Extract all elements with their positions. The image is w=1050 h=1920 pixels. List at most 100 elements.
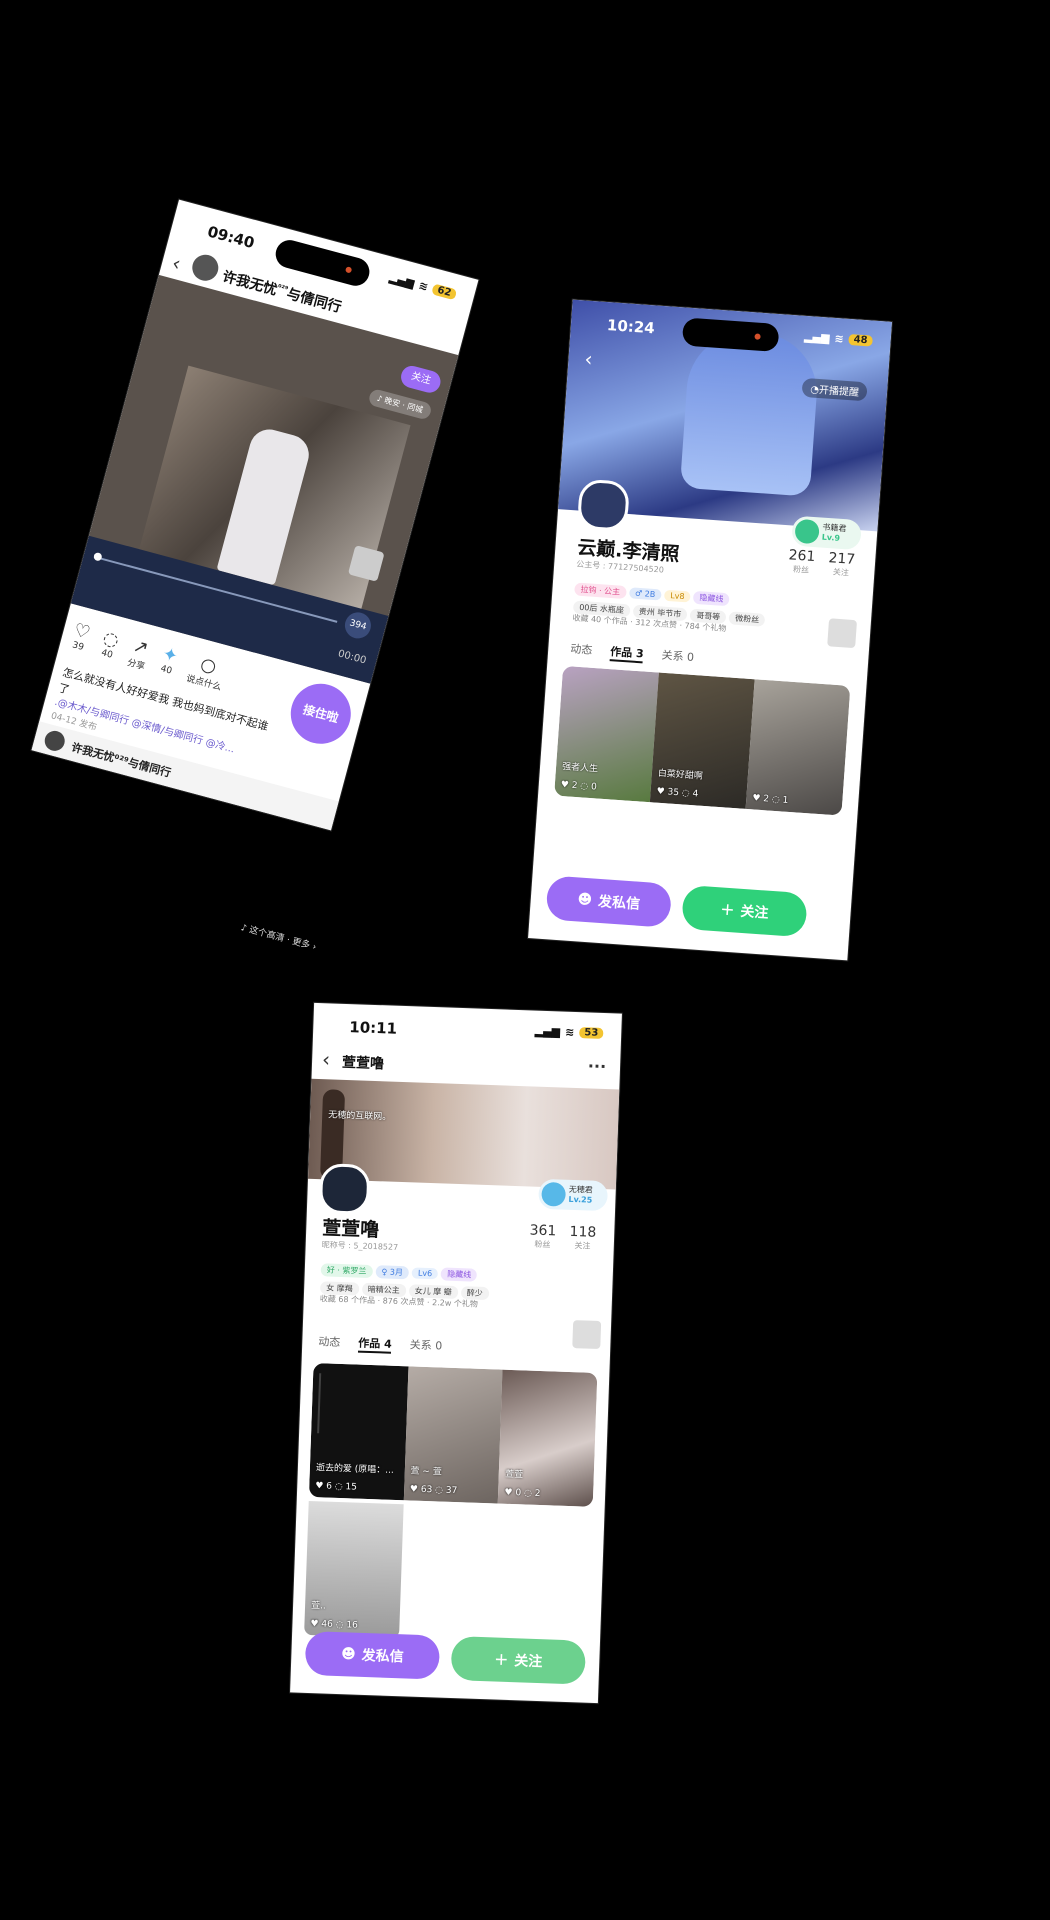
chat-icon: ☻ [340, 1646, 356, 1663]
work-thumbnail[interactable]: 逝去的爱 (原唱：... ♥ 6 ◌ 15 [308, 1363, 409, 1501]
wifi-icon: ≋ [564, 1025, 575, 1039]
pip-thumbnail[interactable] [572, 1320, 602, 1350]
works-grid: 强者人生 ♥ 2 ◌ 0 白菜好甜啊 ♥ 35 ◌ 4 ♥ 2 ◌ 1 [554, 665, 851, 816]
work-caption: 萱 ~ 萱 [410, 1466, 442, 1478]
work-caption: 强者人生 [561, 762, 599, 775]
work-thumbnail[interactable]: 萱萱 ♥ 0 ◌ 2 [498, 1369, 598, 1507]
level-badge[interactable]: 书籍君 Lv.9 [791, 515, 863, 551]
video-time: 00:00 [336, 648, 368, 667]
join-button[interactable]: 接住啦 [284, 677, 358, 751]
work-likes: 35 [667, 787, 680, 799]
info-tag: 微粉丝 [728, 611, 766, 627]
phone-screenshot-1: 09:40 ▂▄▆ ≋ 62 ‹ 许我无忧⁰²⁹与倩同行 关注 ♪ 晚安 · 同… [31, 199, 479, 831]
send-message-label: 发私信 [597, 893, 641, 913]
phone-screenshot-3: 10:11 ▂▄▆ ≋ 53 ‹ 萱萱噜 ··· 无穂的互联网。 无穂君 Lv.2… [290, 1002, 622, 1704]
work-caption: 萱.. [310, 1601, 326, 1612]
dynamic-island [272, 236, 373, 289]
work-caption: 逝去的爱 (原唱：... [315, 1463, 394, 1476]
avatar[interactable] [576, 478, 631, 532]
level-emblem-icon [794, 518, 820, 545]
status-time: 10:24 [606, 316, 656, 338]
level-value: Lv.25 [568, 1194, 593, 1205]
follow-button[interactable]: 关注 [398, 363, 443, 396]
more-button[interactable]: ··· [588, 1056, 607, 1076]
lyrics-list-art [317, 1373, 392, 1436]
work-likes: 46 [321, 1619, 334, 1630]
phone-screenshot-2: 10:24 ▂▄▆ ≋ 48 ‹ ◔开播提醒 书籍君 Lv.9 云巅.李清照 公主… [528, 299, 892, 961]
status-icons: ▂▄▆ ≋ 62 [388, 271, 458, 301]
signal-icon: ▂▄▆ [387, 270, 416, 291]
following-count: 217 [828, 550, 856, 568]
work-thumbnail[interactable]: 萱.. ♥ 46 ◌ 16 [304, 1500, 404, 1639]
tab-relations[interactable]: 关系 0 [661, 647, 695, 667]
profile-tabs: 动态 作品 4 关系 0 [318, 1333, 443, 1355]
pip-thumbnail[interactable] [827, 618, 858, 649]
work-thumbnail[interactable]: 白菜好甜啊 ♥ 35 ◌ 4 [649, 672, 755, 809]
chat-icon: ☻ [577, 891, 593, 909]
work-likes: 6 [326, 1481, 333, 1492]
work-likes: 2 [571, 780, 578, 792]
banner-text: 无穂的互联网。 [328, 1110, 392, 1123]
back-button[interactable]: ‹ [584, 347, 594, 371]
back-button[interactable]: ‹ [170, 250, 184, 275]
stat-fans[interactable]: 361 粉丝 [529, 1222, 557, 1250]
work-likes: 0 [515, 1488, 522, 1499]
following-label: 关注 [574, 1241, 591, 1251]
work-caption: 萱萱 [504, 1469, 524, 1481]
avatar[interactable] [189, 251, 222, 284]
reply-action[interactable]: ○ 说点什么 [185, 651, 229, 693]
status-time: 10:11 [348, 1018, 398, 1038]
work-comments: 15 [345, 1482, 358, 1493]
tab-works[interactable]: 作品 4 [357, 1334, 393, 1354]
status-icons: ▂▄▆ ≋ 53 [535, 1025, 604, 1040]
footer-note: ♪ 这个高清 · 更多 › [239, 923, 318, 953]
signal-icon: ▂▄▆ [803, 329, 830, 345]
tab-dynamics[interactable]: 动态 [570, 640, 593, 659]
follow-label: 关注 [513, 1653, 543, 1671]
share-action[interactable]: ↗ 分享 [126, 635, 152, 672]
follow-button[interactable]: ＋关注 [450, 1636, 587, 1685]
tab-works[interactable]: 作品 3 [609, 643, 645, 664]
work-comments: 1 [782, 795, 789, 806]
level-badge[interactable]: 无穂君 Lv.25 [538, 1178, 609, 1212]
level-tag: Lv6 [411, 1267, 439, 1280]
wifi-icon: ≋ [417, 278, 430, 294]
status-icons: ▂▄▆ ≋ 48 [804, 330, 873, 348]
work-comments: 0 [590, 782, 598, 793]
sticker-badge[interactable]: 394 [342, 609, 374, 642]
gift-action[interactable]: ✦ 40 [157, 643, 180, 680]
status-bar: 10:11 ▂▄▆ ≋ 53 [313, 1003, 622, 1054]
work-thumbnail[interactable]: 强者人生 ♥ 2 ◌ 0 [554, 665, 659, 803]
progress-handle[interactable] [92, 551, 103, 562]
stat-fans[interactable]: 261 粉丝 [787, 547, 816, 576]
comment-action[interactable]: ◌ 40 [97, 627, 121, 664]
profile-id: 昵称号 : 5_2018527 [321, 1240, 399, 1252]
work-likes: 2 [762, 794, 770, 805]
work-thumbnail[interactable]: 萱 ~ 萱 ♥ 63 ◌ 37 [403, 1366, 503, 1504]
level-value: Lv.9 [821, 532, 841, 543]
plus-icon: ＋ [719, 902, 735, 920]
footer-avatar[interactable] [42, 728, 67, 754]
stat-following[interactable]: 217 关注 [827, 550, 856, 579]
back-button[interactable]: ‹ [322, 1047, 331, 1071]
tab-dynamics[interactable]: 动态 [318, 1333, 341, 1352]
fans-count: 361 [529, 1222, 557, 1240]
remind-label: 开播提醒 [818, 385, 860, 399]
send-message-button[interactable]: ☻ 发私信 [304, 1630, 441, 1680]
work-thumbnail[interactable]: ♥ 2 ◌ 1 [745, 679, 851, 816]
send-message-button[interactable]: ☻ 发私信 [545, 875, 673, 928]
avatar[interactable] [318, 1163, 371, 1215]
tab-relations[interactable]: 关系 0 [409, 1336, 443, 1355]
profile-name: 萱萱噜 [321, 1217, 380, 1242]
fans-label: 粉丝 [792, 564, 810, 575]
wifi-icon: ≋ [834, 331, 845, 346]
like-action[interactable]: ♡ 39 [68, 619, 92, 656]
works-grid: 逝去的爱 (原唱：... ♥ 6 ◌ 15 萱 ~ 萱 ♥ 63 ◌ 37 萱萱 ♥ … [308, 1363, 598, 1507]
follow-button[interactable]: ＋关注 [681, 884, 808, 938]
work-caption: 白菜好甜啊 [657, 768, 704, 782]
stat-following[interactable]: 118 关注 [569, 1224, 596, 1252]
plus-icon: ＋ [494, 1652, 509, 1670]
level-name: 无穂君 [568, 1184, 593, 1195]
send-message-label: 发私信 [361, 1647, 404, 1666]
video-area[interactable]: 关注 ♪ 晚安 · 同城 394 00:00 [70, 274, 459, 684]
